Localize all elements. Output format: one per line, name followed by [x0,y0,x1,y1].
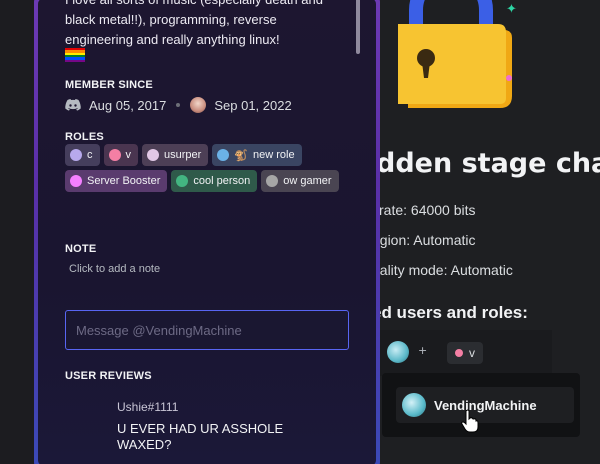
role-label: new role [253,149,295,161]
profile-bio: I love all sorts of music (especially de… [65,0,323,47]
review-text: U EVER HAD UR ASSHOLE WAXED? [117,421,284,452]
role-chip[interactable]: usurper [142,144,209,166]
sparkle-dot-icon [506,75,512,81]
hand-pointer-icon [461,409,479,433]
plus-label: + [418,344,428,357]
app-background-strip [0,0,34,464]
role-color-dot [147,149,159,161]
channel-region: egion: Automatic [378,232,476,248]
profile-body: I love all sorts of music (especially de… [38,0,376,464]
member-since-row: Aug 05, 2017 Sep 01, 2022 [65,97,292,113]
note-heading: NOTE [65,243,97,255]
note-input[interactable]: Click to add a note [69,263,160,275]
role-chip[interactable]: c [65,144,100,166]
padlock-icon [398,0,512,108]
user-hover-item[interactable]: VendingMachine [396,387,574,423]
rainbow-flag-icon [65,48,85,62]
role-color-dot [108,149,121,161]
separator-dot [176,103,181,107]
role-chip[interactable]: 🐒 new role [212,144,302,166]
allowed-user-avatar[interactable] [387,341,409,363]
scrollbar-thumb[interactable] [356,0,360,54]
channel-quality: uality mode: Automatic [378,262,513,278]
role-chip[interactable]: Server Booster [65,170,168,192]
member-since-heading: MEMBER SINCE [65,79,153,91]
roles-list: c v usurper 🐒 new role Server Booster cool per… [65,144,355,192]
role-label: usurper [164,149,202,161]
roles-heading: ROLES [65,131,104,143]
user-hover-card: VendingMachine [382,373,580,437]
review-username[interactable]: Ushie#1111 [117,400,178,414]
discord-join-date: Aug 05, 2017 [89,97,167,113]
allowed-role-label: v [469,346,475,360]
message-input[interactable] [65,310,349,350]
role-chip[interactable]: cool person [171,170,258,192]
allowed-users-heading: ed users and roles: [378,303,528,322]
role-label: cool person [193,175,251,187]
role-color-dot [70,175,82,187]
role-label: ow gamer [283,175,332,187]
avatar [402,393,426,417]
allowed-role-chip[interactable]: v [447,342,483,364]
channel-bitrate: itrate: 64000 bits [378,202,476,218]
channel-title: dden stage chann [378,148,600,179]
role-chip[interactable]: v [103,144,138,166]
role-color-dot [70,149,82,161]
role-color-dot [217,149,230,161]
role-color-dot [455,349,463,357]
role-color-dot [176,175,189,187]
role-label: Server Booster [87,175,161,187]
hover-username: VendingMachine [434,397,537,413]
role-label: c [87,149,93,161]
role-label: v [125,149,132,161]
server-join-date: Sep 01, 2022 [214,97,292,113]
role-emoji: 🐒 [234,149,248,162]
server-avatar [190,97,207,113]
user-reviews-heading: USER REVIEWS [65,370,152,382]
role-chip[interactable]: ow gamer [261,170,339,192]
role-color-dot [266,175,279,187]
discord-logo-icon [65,99,81,111]
channel-info-panel: ✦ dden stage chann itrate: 64000 bits eg… [378,0,600,464]
user-profile-popout: I love all sorts of music (especially de… [34,0,380,464]
sparkle-icon: ✦ [506,2,517,17]
